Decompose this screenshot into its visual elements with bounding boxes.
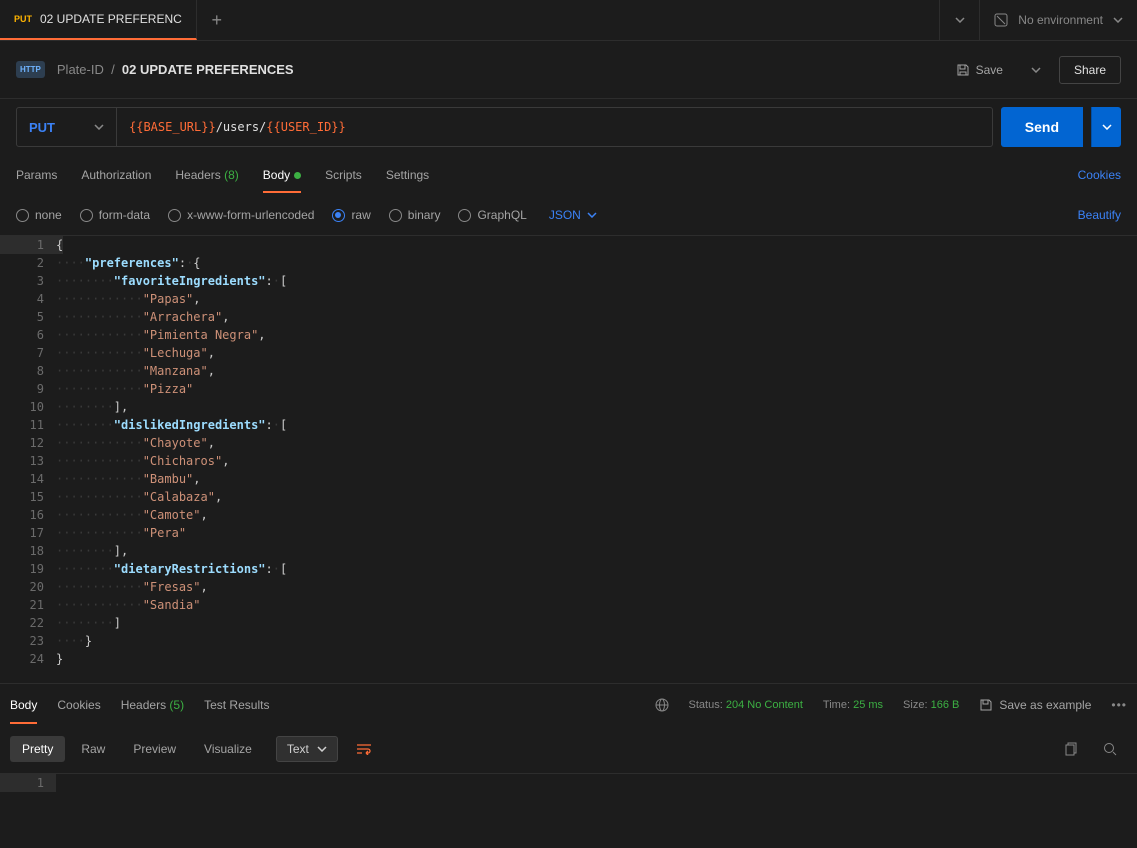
response-language-select[interactable]: Text (276, 736, 338, 762)
environment-label: No environment (1018, 13, 1103, 27)
response-view-pretty[interactable]: Pretty (10, 736, 65, 762)
copy-icon (1065, 742, 1079, 756)
chevron-down-icon (1031, 67, 1041, 73)
send-button[interactable]: Send (1001, 107, 1083, 147)
response-view-raw[interactable]: Raw (69, 736, 117, 762)
response-tab-headers[interactable]: Headers (5) (121, 686, 184, 724)
no-environment-icon (994, 13, 1008, 27)
response-time: Time: 25 ms (823, 699, 883, 711)
url-row: PUT {{BASE_URL}}/users/{{USER_ID}} Send (0, 99, 1137, 155)
radio-raw[interactable]: raw (332, 208, 370, 222)
globe-icon[interactable] (655, 698, 669, 712)
breadcrumb[interactable]: Plate-ID / 02 UPDATE PREFERENCES (57, 62, 294, 77)
response-tabs: Body Cookies Headers (5) Test Results St… (0, 683, 1137, 725)
send-options-button[interactable] (1091, 107, 1121, 147)
request-body-editor[interactable]: 1{2····"preferences":·{3········"favorit… (0, 235, 1137, 683)
request-header: HTTP Plate-ID / 02 UPDATE PREFERENCES Sa… (0, 41, 1137, 99)
environment-selector[interactable]: No environment (979, 0, 1137, 40)
tab-method-badge: PUT (14, 14, 32, 24)
response-status: Status: 204 No Content (689, 699, 803, 711)
http-method-select[interactable]: PUT (17, 108, 117, 146)
response-tab-tests[interactable]: Test Results (204, 686, 269, 724)
chevron-down-icon (587, 212, 597, 218)
beautify-button[interactable]: Beautify (1078, 208, 1121, 222)
save-as-example-button[interactable]: Save as example (979, 698, 1091, 712)
save-icon (979, 698, 993, 712)
search-icon (1103, 742, 1117, 756)
new-tab-button[interactable]: + (197, 0, 237, 40)
http-badge-icon: HTTP (16, 61, 45, 78)
share-button[interactable]: Share (1059, 56, 1121, 84)
tab-authorization[interactable]: Authorization (81, 158, 151, 192)
tab-title: 02 UPDATE PREFERENC (40, 12, 182, 26)
more-options-button[interactable]: ••• (1111, 698, 1127, 712)
radio-formdata[interactable]: form-data (80, 208, 150, 222)
radio-urlencoded[interactable]: x-www-form-urlencoded (168, 208, 314, 222)
request-tabs: Params Authorization Headers (8) Body Sc… (0, 155, 1137, 195)
save-options-button[interactable] (1025, 61, 1047, 79)
chevron-down-icon (955, 17, 965, 23)
chevron-down-icon (317, 746, 327, 752)
wrap-lines-button[interactable] (350, 737, 378, 761)
chevron-down-icon (1102, 124, 1112, 130)
copy-response-button[interactable] (1055, 736, 1089, 762)
chevron-down-icon (1113, 17, 1123, 23)
tabs-overflow-button[interactable] (939, 0, 979, 40)
radio-binary[interactable]: binary (389, 208, 441, 222)
modified-dot-icon (294, 172, 301, 179)
method-url-group: PUT {{BASE_URL}}/users/{{USER_ID}} (16, 107, 993, 147)
response-tab-body[interactable]: Body (10, 686, 37, 724)
breadcrumb-current: 02 UPDATE PREFERENCES (122, 62, 294, 77)
response-view-toolbar: Pretty Raw Preview Visualize Text (0, 725, 1137, 773)
request-tab[interactable]: PUT 02 UPDATE PREFERENC (0, 0, 197, 40)
url-input[interactable]: {{BASE_URL}}/users/{{USER_ID}} (117, 108, 992, 146)
response-size: Size: 166 B (903, 699, 959, 711)
save-button[interactable]: Save (946, 57, 1013, 83)
body-type-row: none form-data x-www-form-urlencoded raw… (0, 195, 1137, 235)
breadcrumb-parent[interactable]: Plate-ID (57, 62, 104, 77)
radio-graphql[interactable]: GraphQL (458, 208, 526, 222)
response-view-preview[interactable]: Preview (121, 736, 188, 762)
chevron-down-icon (94, 124, 104, 130)
tab-params[interactable]: Params (16, 158, 57, 192)
tab-bar: PUT 02 UPDATE PREFERENC + No environment (0, 0, 1137, 41)
body-language-select[interactable]: JSON (549, 208, 597, 222)
response-view-visualize[interactable]: Visualize (192, 736, 264, 762)
save-icon (956, 63, 970, 77)
tab-body[interactable]: Body (263, 158, 301, 192)
wrap-icon (356, 743, 372, 755)
response-body-viewer[interactable]: 1 (0, 773, 1137, 803)
cookies-link[interactable]: Cookies (1078, 168, 1121, 182)
tab-scripts[interactable]: Scripts (325, 158, 362, 192)
search-response-button[interactable] (1093, 736, 1127, 762)
tab-headers[interactable]: Headers (8) (175, 158, 238, 192)
response-tab-cookies[interactable]: Cookies (57, 686, 100, 724)
radio-none[interactable]: none (16, 208, 62, 222)
tab-settings[interactable]: Settings (386, 158, 429, 192)
